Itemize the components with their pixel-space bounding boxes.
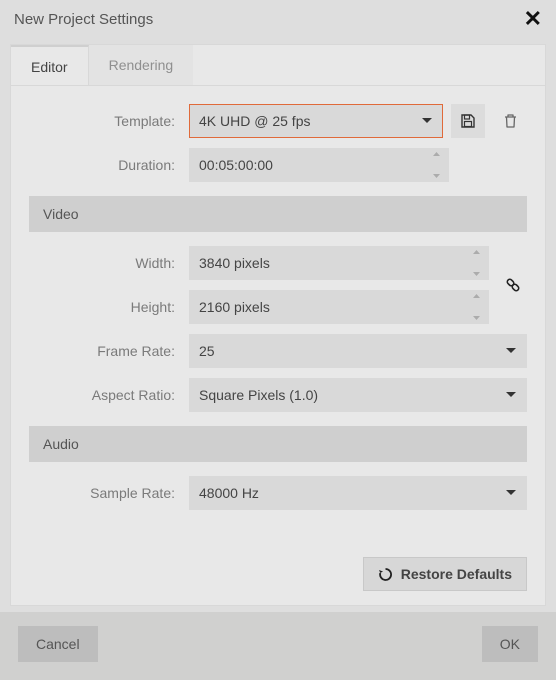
template-value: 4K UHD @ 25 fps [199, 113, 310, 129]
label-samplerate: Sample Rate: [29, 485, 189, 501]
save-icon [460, 113, 476, 129]
ok-label: OK [500, 636, 520, 652]
close-icon[interactable]: ✕ [524, 8, 542, 30]
framerate-select[interactable]: 25 [189, 334, 527, 368]
label-width: Width: [29, 255, 189, 271]
chevron-up-icon [472, 249, 481, 255]
spinner-handles[interactable] [469, 293, 483, 321]
chevron-down-icon [472, 271, 481, 277]
cancel-button[interactable]: Cancel [18, 626, 98, 662]
chevron-down-icon [432, 173, 441, 179]
link-dimensions-toggle[interactable] [499, 275, 527, 295]
row-aspectratio: Aspect Ratio: Square Pixels (1.0) [29, 378, 527, 412]
row-samplerate: Sample Rate: 48000 Hz [29, 476, 527, 510]
chevron-up-icon [432, 151, 441, 157]
chevron-down-icon [472, 315, 481, 321]
aspectratio-value: Square Pixels (1.0) [199, 387, 318, 403]
framerate-value: 25 [199, 343, 215, 359]
row-height: Height: 2160 pixels [29, 290, 489, 324]
tab-editor-label: Editor [31, 59, 68, 75]
label-template: Template: [29, 113, 189, 129]
height-value: 2160 pixels [199, 299, 270, 315]
titlebar: New Project Settings ✕ [0, 0, 556, 38]
tab-rendering[interactable]: Rendering [89, 45, 194, 85]
settings-dialog: New Project Settings ✕ Editor Rendering … [0, 0, 556, 680]
height-input[interactable]: 2160 pixels [189, 290, 489, 324]
width-value: 3840 pixels [199, 255, 270, 271]
tab-editor[interactable]: Editor [11, 45, 89, 85]
label-framerate: Frame Rate: [29, 343, 189, 359]
trash-icon [503, 113, 518, 129]
save-template-button[interactable] [451, 104, 485, 138]
duration-value: 00:05:00:00 [199, 157, 273, 173]
dialog-footer: Cancel OK [0, 612, 556, 680]
width-height-block: Width: 3840 pixels Hei [29, 246, 527, 324]
tab-bar: Editor Rendering [11, 45, 545, 86]
row-width: Width: 3840 pixels [29, 246, 489, 280]
duration-input[interactable]: 00:05:00:00 [189, 148, 449, 182]
restore-label: Restore Defaults [401, 566, 512, 582]
cancel-label: Cancel [36, 636, 80, 652]
restore-defaults-button[interactable]: Restore Defaults [363, 557, 527, 591]
row-duration: Duration: 00:05:00:00 [29, 148, 527, 182]
samplerate-value: 48000 Hz [199, 485, 259, 501]
template-select[interactable]: 4K UHD @ 25 fps [189, 104, 443, 138]
restore-row: Restore Defaults [11, 549, 545, 605]
aspectratio-select[interactable]: Square Pixels (1.0) [189, 378, 527, 412]
label-aspectratio: Aspect Ratio: [29, 387, 189, 403]
chevron-up-icon [472, 293, 481, 299]
chevron-down-icon [505, 391, 517, 399]
label-duration: Duration: [29, 157, 189, 173]
chevron-down-icon [505, 489, 517, 497]
tab-rendering-label: Rendering [109, 57, 174, 73]
width-input[interactable]: 3840 pixels [189, 246, 489, 280]
chevron-down-icon [505, 347, 517, 355]
window-title: New Project Settings [14, 11, 153, 28]
restore-icon [378, 567, 393, 582]
form-area: Template: 4K UHD @ 25 fps [11, 86, 545, 549]
ok-button[interactable]: OK [482, 626, 538, 662]
samplerate-select[interactable]: 48000 Hz [189, 476, 527, 510]
chevron-down-icon [421, 117, 433, 125]
delete-template-button[interactable] [493, 104, 527, 138]
row-framerate: Frame Rate: 25 [29, 334, 527, 368]
section-audio: Audio [29, 426, 527, 462]
row-template: Template: 4K UHD @ 25 fps [29, 104, 527, 138]
spinner-handles[interactable] [469, 249, 483, 277]
spinner-handles[interactable] [429, 151, 443, 179]
link-icon [503, 275, 523, 295]
label-height: Height: [29, 299, 189, 315]
section-video: Video [29, 196, 527, 232]
content-panel: Editor Rendering Template: 4K UHD @ 25 f… [10, 44, 546, 606]
